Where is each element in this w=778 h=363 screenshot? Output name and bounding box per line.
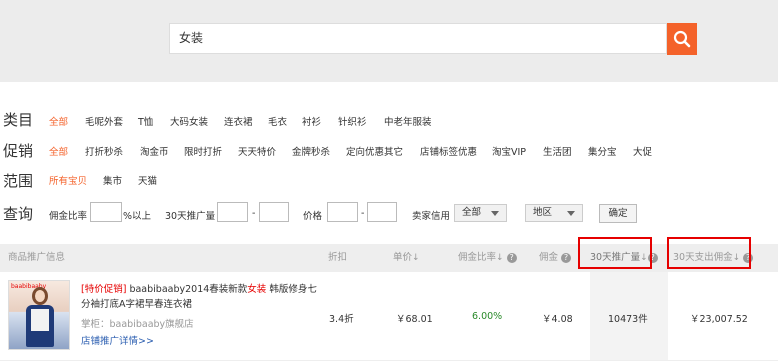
scope-label: 范围 [3, 172, 34, 190]
commission-rate-label: 佣金比率 [49, 211, 88, 222]
highlight-box-paid30 [667, 237, 751, 269]
sort-down-icon: ↓ [496, 253, 504, 263]
percent-above-label: %以上 [123, 211, 152, 222]
category-option[interactable]: 毛呢外套 [85, 114, 123, 128]
search-button[interactable] [667, 23, 697, 55]
scope-option-tmall[interactable]: 天猫 [138, 173, 157, 187]
category-option[interactable]: 大码女装 [170, 114, 208, 128]
region-value: 地区 [533, 207, 553, 218]
header-commission[interactable]: 佣金 ? [539, 244, 572, 272]
thumb-face [35, 290, 45, 302]
scope-option-all-items[interactable]: 所有宝贝 [49, 173, 87, 187]
cell-price: ￥68.01 [396, 314, 433, 325]
promotion-option-all[interactable]: 全部 [49, 144, 68, 158]
sort-down-icon: ↓ [412, 253, 420, 263]
price-max-input[interactable] [367, 202, 397, 222]
promotion-option[interactable]: 生活团 [543, 144, 572, 158]
promotion-option[interactable]: 大促 [633, 144, 652, 158]
promotion-option[interactable]: 天天特价 [238, 144, 276, 158]
header-price-label: 单价 [393, 252, 413, 263]
region-select[interactable]: 地区 [525, 204, 583, 222]
scope-option-market[interactable]: 集市 [103, 173, 122, 187]
category-label: 类目 [3, 111, 34, 129]
highlight-box-promo30 [578, 237, 652, 269]
promo-volume-max-input[interactable] [259, 202, 289, 222]
title-text: baabibaaby2014春装新款 [126, 284, 248, 295]
price-min-input[interactable] [327, 202, 358, 222]
cell-commission: ￥4.08 [542, 314, 573, 325]
category-option[interactable]: 中老年服装 [384, 114, 432, 128]
promotion-option[interactable]: 淘金币 [140, 144, 169, 158]
promo-tag: [特价促销] [81, 284, 127, 295]
category-option[interactable]: T恤 [138, 114, 153, 128]
promotion-option[interactable]: 定向优惠其它 [346, 144, 403, 158]
help-icon[interactable]: ? [506, 252, 517, 263]
promotion-option[interactable]: 限时打折 [184, 144, 222, 158]
commission-rate-input[interactable] [90, 202, 122, 222]
thumb-dress-print [31, 309, 49, 331]
confirm-button[interactable]: 确定 [599, 204, 637, 223]
header-commission-label: 佣金 [539, 252, 559, 263]
cell-rate: 6.00% [472, 311, 503, 322]
range-dash: - [252, 208, 256, 219]
search-input-box[interactable]: 女装 [169, 23, 667, 54]
header-rate[interactable]: 佣金比率↓ ? [458, 244, 517, 272]
seller-credit-select[interactable]: 全部 [454, 204, 507, 222]
seller-credit-label: 卖家信用 [412, 211, 451, 222]
cell-paid30: ￥23,007.52 [690, 314, 748, 325]
search-icon [673, 30, 691, 48]
query-label: 查询 [3, 205, 34, 223]
shop-detail-link[interactable]: 店铺推广详情>> [81, 333, 154, 347]
price-label: 价格 [303, 211, 323, 222]
promo-volume-min-input[interactable] [217, 202, 248, 222]
promotion-option[interactable]: 金牌秒杀 [292, 144, 330, 158]
promotion-option[interactable]: 淘宝VIP [492, 144, 526, 158]
promotion-option[interactable]: 集分宝 [588, 144, 617, 158]
cell-discount: 3.4折 [329, 314, 354, 325]
header-rate-label: 佣金比率 [458, 252, 497, 263]
product-thumbnail[interactable]: baabibaaby [8, 280, 70, 350]
title-keyword: 女装 [247, 284, 267, 295]
table-header [0, 244, 778, 272]
product-title[interactable]: [特价促销] baabibaaby2014春装新款女装 韩版修身七分袖打底A字裙… [81, 282, 321, 312]
cell-promo30: 10473件 [608, 314, 648, 325]
promotion-option[interactable]: 店铺标签优惠 [420, 144, 477, 158]
header-info: 商品推广信息 [8, 252, 66, 263]
header-price[interactable]: 单价↓ [393, 244, 420, 272]
help-icon[interactable]: ? [561, 252, 572, 263]
chevron-down-icon [491, 211, 499, 216]
category-option[interactable]: 针织衫 [338, 114, 367, 128]
range-dash: - [361, 208, 365, 219]
shop-owner: 掌柜：baabibaaby旗舰店 [81, 319, 194, 330]
category-option[interactable]: 衬衫 [302, 114, 321, 128]
category-option[interactable]: 毛衣 [268, 114, 287, 128]
chevron-down-icon [567, 211, 575, 216]
category-option[interactable]: 连衣裙 [224, 114, 253, 128]
promotion-option[interactable]: 打折秒杀 [85, 144, 123, 158]
seller-credit-value: 全部 [462, 207, 482, 218]
header-discount[interactable]: 折扣 [328, 244, 347, 272]
search-input[interactable]: 女装 [179, 24, 203, 53]
category-option-all[interactable]: 全部 [49, 114, 68, 128]
promo-volume-label: 30天推广量 [165, 211, 216, 222]
promotion-label: 促销 [3, 142, 34, 160]
